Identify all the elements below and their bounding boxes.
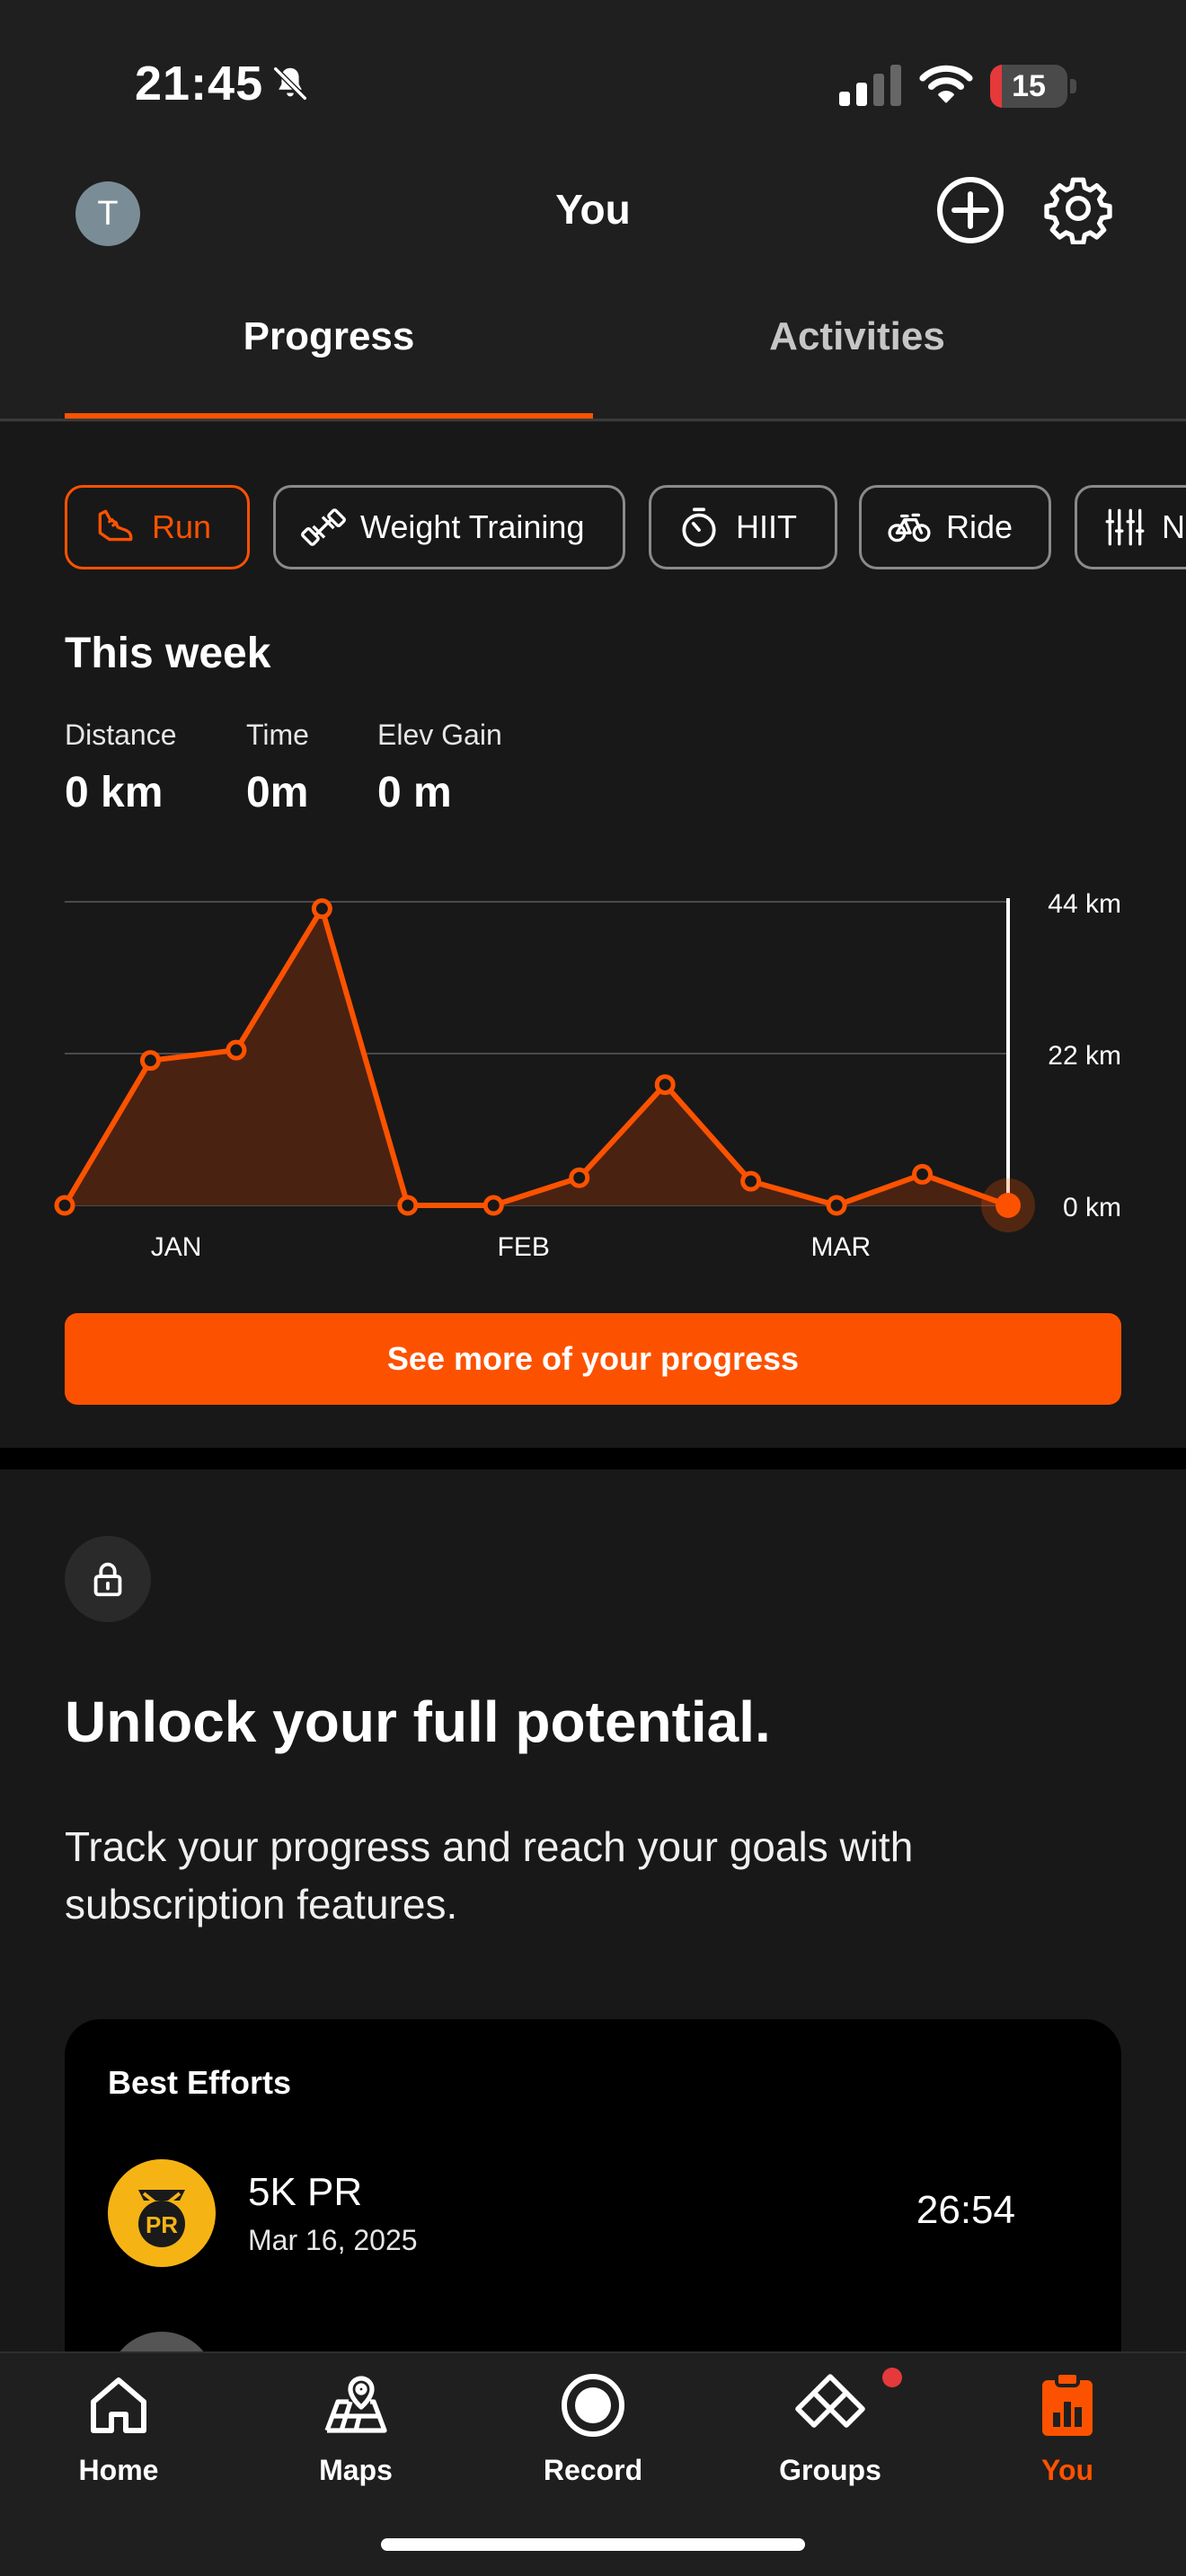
clipboard-chart-icon: [1042, 2371, 1093, 2436]
stat-label: Distance: [65, 719, 177, 751]
lock-badge: [65, 1536, 151, 1622]
stat-elevation: Elev Gain 0 m: [377, 719, 502, 817]
effort-time: 26:54: [916, 2188, 1015, 2232]
unlock-description: Track your progress and reach your goals…: [65, 1823, 914, 1928]
nav-label: Record: [543, 2454, 643, 2486]
effort-name: 5K PR: [248, 2170, 363, 2214]
data-point: [740, 1170, 762, 1192]
battery-level-text: 15: [1012, 69, 1046, 103]
stat-distance: Distance 0 km: [65, 719, 177, 817]
chip-label: Run: [152, 508, 212, 545]
notification-badge: [882, 2368, 902, 2387]
chip-run[interactable]: Run: [65, 485, 250, 569]
chip-hiit[interactable]: HIIT: [649, 485, 837, 569]
x-tick-label: FEB: [498, 1232, 550, 1262]
nav-label: Home: [78, 2454, 159, 2486]
data-point: [826, 1195, 847, 1216]
stat-label: Time: [246, 719, 309, 751]
stat-value: 0 km: [65, 769, 164, 816]
top-header: T You Progress Activities: [0, 153, 1186, 422]
data-point: [654, 1074, 676, 1096]
stat-value: 0m: [246, 769, 309, 816]
pr-medal-icon: PR: [108, 2159, 216, 2267]
header-divider: [0, 419, 1186, 421]
chip-nordic-ski[interactable]: N: [1075, 485, 1186, 569]
data-point: [482, 1195, 504, 1216]
home-icon: [91, 2378, 146, 2433]
page-title: You: [555, 186, 631, 233]
status-bar: 21:45 15: [0, 0, 1186, 153]
nav-you[interactable]: You: [949, 2353, 1186, 2488]
cellular-signal-icon: [839, 65, 901, 106]
nav-label: You: [1040, 2454, 1094, 2486]
stopwatch-icon: [682, 507, 716, 547]
y-tick-label: 22 km: [1048, 1041, 1121, 1071]
gear-icon[interactable]: [1042, 172, 1114, 244]
nav-groups[interactable]: Groups: [712, 2353, 949, 2488]
lock-icon: [93, 1562, 122, 1597]
stat-value: 0 m: [377, 769, 452, 816]
wifi-icon: [919, 65, 973, 103]
data-point: [311, 898, 332, 920]
section-divider: [0, 1448, 1186, 1469]
record-icon: [562, 2374, 624, 2437]
data-point: [912, 1163, 934, 1185]
tab-activities[interactable]: Activities: [593, 314, 1121, 379]
stat-time: Time 0m: [246, 719, 309, 817]
sport-filter-chips: Run Weight Training HIIT Ride N: [65, 485, 1186, 569]
y-tick-label: 44 km: [1048, 889, 1121, 919]
plus-circle-icon[interactable]: [934, 174, 1006, 246]
chip-label: HIIT: [736, 508, 797, 545]
chip-weight-training[interactable]: Weight Training: [273, 485, 625, 569]
best-efforts-title: Best Efforts: [108, 2064, 292, 2101]
battery-icon: 15: [990, 65, 1076, 108]
week-title: This week: [65, 630, 271, 677]
area-fill: [65, 908, 1008, 1205]
tab-progress[interactable]: Progress: [65, 314, 593, 379]
see-more-progress-button[interactable]: See more of your progress: [65, 1313, 1121, 1405]
data-point: [54, 1195, 75, 1216]
nav-label: Maps: [319, 2454, 393, 2486]
y-tick-label: 0 km: [1063, 1193, 1121, 1222]
x-tick-label: MAR: [811, 1232, 872, 1262]
nav-record[interactable]: Record: [474, 2353, 712, 2488]
data-point: [226, 1039, 247, 1061]
status-time: 21:45: [135, 57, 264, 110]
groups-icon: [795, 2374, 865, 2428]
unlock-title: Unlock your full potential.: [65, 1689, 771, 1754]
running-shoe-icon: [98, 509, 133, 542]
chip-label: Weight Training: [360, 508, 585, 545]
chip-label: Ride: [946, 508, 1013, 545]
pr-badge-text: PR: [146, 2211, 178, 2238]
data-point: [996, 1193, 1021, 1218]
nav-maps[interactable]: Maps: [237, 2353, 474, 2488]
dumbbell-icon: [301, 508, 346, 546]
bike-icon: [888, 513, 931, 543]
stat-label: Elev Gain: [377, 719, 502, 751]
chip-label: N: [1162, 508, 1185, 545]
weekly-distance-chart[interactable]: 44 km 22 km 0 km JAN FEB MAR: [0, 880, 1186, 1275]
home-indicator: [381, 2538, 805, 2551]
data-point: [139, 1050, 161, 1072]
data-point: [397, 1195, 419, 1216]
ski-icon: [1105, 508, 1145, 546]
chip-ride[interactable]: Ride: [859, 485, 1051, 569]
nav-label: Groups: [779, 2454, 881, 2486]
data-point: [569, 1167, 590, 1188]
x-tick-label: JAN: [151, 1232, 202, 1262]
nav-home[interactable]: Home: [0, 2353, 237, 2488]
bell-slash-icon: [273, 66, 307, 101]
effort-date: Mar 16, 2025: [248, 2224, 418, 2256]
map-icon: [324, 2376, 387, 2433]
